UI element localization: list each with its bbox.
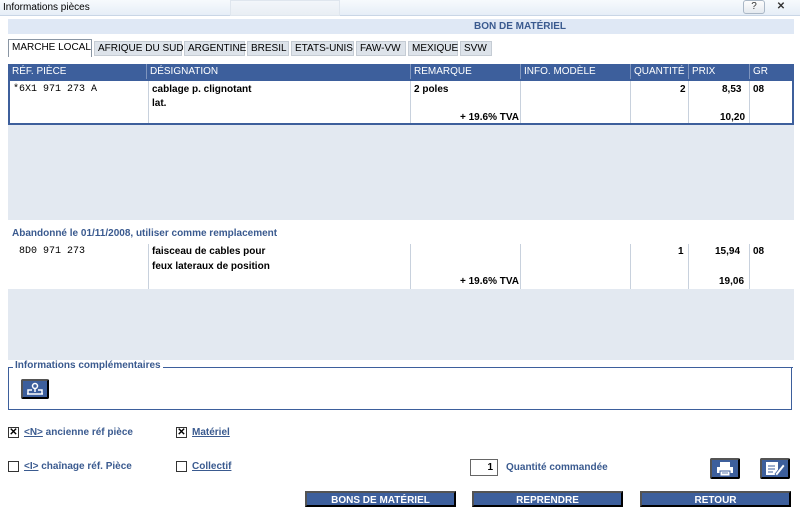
part-prix-ttc: 10,20	[720, 112, 746, 123]
close-button[interactable]: ✕	[768, 0, 794, 14]
replacement-ref: 8D0 971 273	[19, 246, 86, 257]
section-header: BON DE MATÉRIEL	[8, 19, 794, 34]
part-ref: *6X1 971 273 A	[13, 84, 98, 95]
replacement-quantite: 1	[678, 246, 684, 257]
retour-button[interactable]: RETOUR	[640, 491, 791, 507]
window-title: Informations pièces	[3, 2, 90, 13]
help-button[interactable]: ?	[743, 0, 765, 14]
replacement-tva: + 19.6% TVA	[460, 276, 520, 287]
col-info-modele[interactable]: INFO. MODÈLE	[524, 66, 596, 77]
tab-faw-vw[interactable]: FAW-VW	[356, 41, 406, 56]
col-remarque[interactable]: REMARQUE	[414, 66, 472, 77]
col-designation[interactable]: DÉSIGNATION	[150, 66, 218, 77]
part-tva: + 19.6% TVA	[460, 112, 520, 123]
section-title: BON DE MATÉRIEL	[474, 21, 567, 32]
col-prix[interactable]: PRIX	[692, 66, 715, 77]
quantity-input[interactable]: 1	[470, 459, 498, 476]
tab-etats-unis[interactable]: ETATS-UNIS	[291, 41, 354, 56]
replacement-designation-line1: faisceau de cables pour	[152, 246, 266, 257]
tab-afrique-du-sud[interactable]: AFRIQUE DU SUD	[94, 41, 184, 56]
part-remarque: 2 poles	[414, 84, 449, 95]
info-complementaires-legend: Informations complémentaires	[13, 360, 163, 371]
chainage-label: <I> chaînage réf. Pièce	[24, 461, 132, 472]
table-header: RÉF. PIÈCE DÉSIGNATION REMARQUE INFO. MO…	[8, 64, 794, 79]
chainage-checkbox[interactable]	[8, 461, 19, 472]
replacement-prix: 15,94	[715, 246, 741, 257]
title-bar: Informations pièces ? ✕	[0, 0, 800, 16]
ancienne-ref-checkbox[interactable]: ✕	[8, 427, 19, 438]
assembly-diagram-icon[interactable]	[21, 379, 49, 399]
col-gr[interactable]: GR	[753, 66, 768, 77]
tab-argentine[interactable]: ARGENTINE	[184, 41, 246, 56]
quantity-label: Quantité commandée	[506, 462, 608, 473]
ancienne-ref-label: <N> ancienne réf pièce	[24, 427, 133, 438]
materiel-checkbox[interactable]: ✕	[176, 427, 187, 438]
col-quantite[interactable]: QUANTITÉ	[634, 66, 685, 77]
tab-bresil[interactable]: BRESIL	[247, 41, 289, 56]
print-icon[interactable]	[710, 458, 740, 479]
bons-de-materiel-button[interactable]: BONS DE MATÉRIEL	[305, 491, 456, 507]
collectif-label: Collectif	[192, 461, 232, 472]
part-gr: 08	[753, 84, 765, 95]
replacement-prix-ttc: 19,06	[719, 276, 745, 287]
info-complementaires-group: Informations complémentaires	[8, 360, 793, 410]
table-row-selected[interactable]: *6X1 971 273 A cablage p. clignotant lat…	[8, 79, 794, 125]
table-row-replacement[interactable]: 8D0 971 273 faisceau de cables pour feux…	[8, 244, 794, 289]
tab-marche-local[interactable]: MARCHE LOCAL	[8, 39, 92, 57]
col-ref[interactable]: RÉF. PIÈCE	[12, 66, 66, 77]
reprendre-button[interactable]: REPRENDRE	[472, 491, 623, 507]
replacement-gr: 08	[753, 246, 765, 257]
part-designation-line2: lat.	[152, 98, 167, 109]
materiel-label: Matériel	[192, 427, 230, 438]
part-designation-line1: cablage p. clignotant	[152, 84, 252, 95]
tab-svw[interactable]: SVW	[460, 41, 492, 56]
part-prix: 8,53	[722, 84, 742, 95]
replacement-notice: Abandonné le 01/11/2008, utiliser comme …	[12, 228, 278, 239]
background-window-ghost	[230, 0, 340, 16]
tab-mexique[interactable]: MEXIQUE	[408, 41, 458, 56]
edit-note-icon[interactable]	[760, 458, 790, 479]
replacement-designation-line2: feux lateraux de position	[152, 261, 270, 272]
part-quantite: 2	[680, 84, 686, 95]
collectif-checkbox[interactable]	[176, 461, 187, 472]
